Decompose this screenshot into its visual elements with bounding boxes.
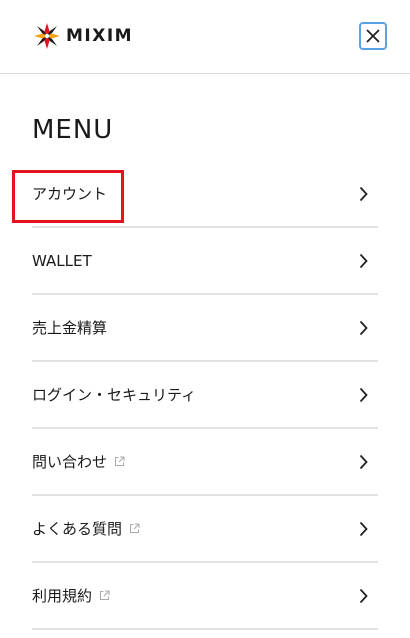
- menu-item-label: アカウント: [32, 184, 108, 203]
- close-icon: [366, 29, 380, 43]
- menu-item-faq[interactable]: よくある質問: [32, 496, 378, 563]
- mixim-logo-icon: [34, 23, 60, 49]
- menu-item-account[interactable]: アカウント: [32, 161, 378, 228]
- chevron-right-icon: [359, 521, 368, 536]
- menu-item-label: 利用規約: [32, 586, 93, 605]
- external-link-icon: [130, 523, 140, 533]
- menu-item-label: WALLET: [32, 251, 92, 270]
- external-link-icon: [115, 456, 125, 466]
- chevron-right-icon: [359, 454, 368, 469]
- menu-item-label: ログイン・セキュリティ: [32, 385, 197, 404]
- menu-item-contact[interactable]: 問い合わせ: [32, 429, 378, 496]
- chevron-right-icon: [359, 588, 368, 603]
- chevron-right-icon: [359, 320, 368, 335]
- menu-item-terms[interactable]: 利用規約: [32, 563, 378, 630]
- menu-item-sales-settlement[interactable]: 売上金精算: [32, 295, 378, 362]
- chevron-right-icon: [359, 186, 368, 201]
- menu-list: アカウント WALLET 売上金精算 ログイン・セキュリティ 問い合わせ よくあ…: [32, 161, 378, 630]
- logo-text: MIXIM: [66, 26, 134, 46]
- logo[interactable]: MIXIM: [33, 22, 133, 50]
- menu-item-login-security[interactable]: ログイン・セキュリティ: [32, 362, 378, 429]
- chevron-right-icon: [359, 387, 368, 402]
- menu-title: MENU: [32, 115, 114, 145]
- chevron-right-icon: [359, 253, 368, 268]
- external-link-icon: [100, 590, 110, 600]
- close-button[interactable]: [359, 22, 387, 50]
- menu-item-label: 問い合わせ: [32, 452, 108, 471]
- menu-item-label: 売上金精算: [32, 318, 108, 337]
- menu-item-wallet[interactable]: WALLET: [32, 228, 378, 295]
- menu-item-label: よくある質問: [32, 519, 123, 538]
- header: MIXIM: [0, 0, 410, 74]
